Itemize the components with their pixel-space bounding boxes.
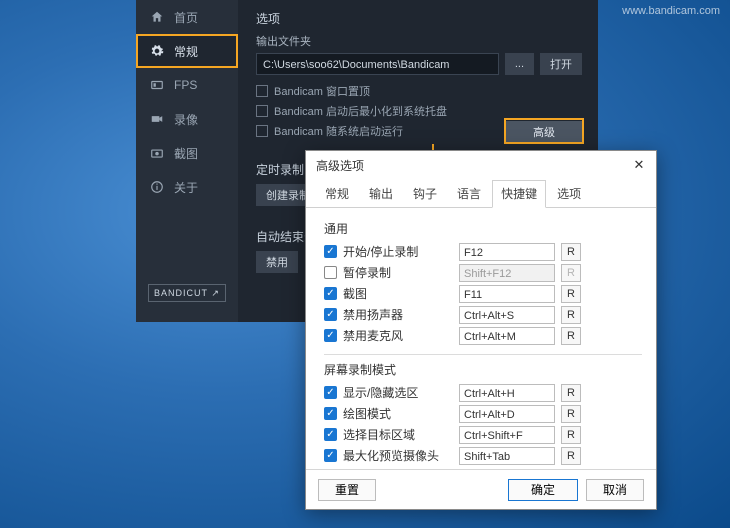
home-icon — [150, 10, 164, 24]
hotkey-field[interactable]: Shift+Tab — [459, 447, 555, 465]
hotkey-field[interactable]: Ctrl+Alt+H — [459, 384, 555, 402]
hotkey-checkbox[interactable]: ✓ — [324, 428, 337, 441]
sidebar: 首页 常规 FPS 录像 截图 关于 BANDICUT ↗ — [136, 0, 238, 322]
hotkey-label: 选择目标区域 — [343, 426, 453, 443]
hotkey-checkbox[interactable]: ✓ — [324, 449, 337, 462]
hotkey-reset-button[interactable]: R — [561, 306, 581, 324]
checkbox-box — [256, 105, 268, 117]
hotkey-field[interactable]: F12 — [459, 243, 555, 261]
hotkey-field[interactable]: F11 — [459, 285, 555, 303]
checkbox-box — [256, 85, 268, 97]
hotkey-label: 最大化预览摄像头 — [343, 447, 453, 464]
close-icon[interactable]: ✕ — [630, 156, 648, 174]
checkbox-always-on-top[interactable]: Bandicam 窗口置顶 — [256, 81, 582, 101]
section-title-options: 选项 — [256, 10, 582, 27]
group-general-label: 通用 — [324, 220, 642, 237]
bandicut-link[interactable]: BANDICUT ↗ — [148, 284, 226, 302]
hotkey-checkbox[interactable]: ✓ — [324, 407, 337, 420]
hotkey-field[interactable]: Ctrl+Alt+M — [459, 327, 555, 345]
video-icon — [150, 112, 164, 126]
output-folder-label: 输出文件夹 — [256, 33, 582, 49]
hotkey-label: 显示/隐藏选区 — [343, 384, 453, 401]
hotkey-label: 绘图模式 — [343, 405, 453, 422]
hotkey-field[interactable]: Ctrl+Shift+F — [459, 426, 555, 444]
ok-button[interactable]: 确定 — [508, 479, 578, 501]
hotkey-row: ✓ 绘图模式 Ctrl+Alt+D R — [324, 403, 642, 424]
open-button[interactable]: 打开 — [540, 53, 582, 75]
sidebar-item-label: FPS — [174, 78, 197, 92]
hotkey-reset-button[interactable]: R — [561, 327, 581, 345]
dialog-body: 通用 ✓ 开始/停止录制 F12 R 暂停录制 Shift+F12 R ✓ 截图 F11 R ✓ 禁用扬… — [306, 208, 656, 469]
hotkey-label: 截图 — [343, 285, 453, 302]
hotkey-row: ✓ 禁用麦克风 Ctrl+Alt+M R — [324, 325, 642, 346]
browse-button[interactable]: ... — [505, 53, 534, 75]
sidebar-item-fps[interactable]: FPS — [136, 68, 238, 102]
hotkey-checkbox[interactable]: ✓ — [324, 245, 337, 258]
hotkey-label: 暂停录制 — [343, 264, 453, 281]
sidebar-item-image[interactable]: 截图 — [136, 136, 238, 170]
hotkey-row: ✓ 最大化预览摄像头 Shift+Tab R — [324, 445, 642, 466]
dialog-footer: 重置 确定 取消 — [306, 469, 656, 509]
sidebar-item-video[interactable]: 录像 — [136, 102, 238, 136]
hotkey-reset-button[interactable]: R — [561, 384, 581, 402]
dialog-tabs: 常规 输出 钩子 语言 快捷键 选项 — [306, 179, 656, 208]
hotkey-reset-button[interactable]: R — [561, 405, 581, 423]
hotkey-checkbox[interactable] — [324, 266, 337, 279]
sidebar-item-about[interactable]: 关于 — [136, 170, 238, 204]
hotkey-label: 开始/停止录制 — [343, 243, 453, 260]
gear-icon — [150, 44, 164, 58]
tab-output[interactable]: 输出 — [360, 180, 402, 208]
hotkey-field: Shift+F12 — [459, 264, 555, 282]
reset-button[interactable]: 重置 — [318, 479, 376, 501]
hotkey-label: 禁用扬声器 — [343, 306, 453, 323]
fps-icon — [150, 78, 164, 92]
sidebar-item-label: 录像 — [174, 111, 198, 128]
hotkey-reset-button[interactable]: R — [561, 426, 581, 444]
tab-hooks[interactable]: 钩子 — [404, 180, 446, 208]
group-screen-label: 屏幕录制模式 — [324, 361, 642, 378]
tab-hotkeys[interactable]: 快捷键 — [492, 180, 546, 208]
cancel-button[interactable]: 取消 — [586, 479, 644, 501]
divider — [324, 354, 642, 355]
sidebar-item-label: 截图 — [174, 145, 198, 162]
tab-options[interactable]: 选项 — [548, 180, 590, 208]
checkbox-box — [256, 125, 268, 137]
camera-icon — [150, 146, 164, 160]
sidebar-item-label: 常规 — [174, 43, 198, 60]
sidebar-item-label: 关于 — [174, 179, 198, 196]
watermark: www.bandicam.com — [622, 5, 720, 17]
hotkey-reset-button[interactable]: R — [561, 447, 581, 465]
hotkey-row: ✓ 禁用扬声器 Ctrl+Alt+S R — [324, 304, 642, 325]
autoend-button[interactable]: 禁用 — [256, 251, 298, 273]
output-path-field[interactable]: C:\Users\soo62\Documents\Bandicam — [256, 53, 499, 75]
sidebar-item-home[interactable]: 首页 — [136, 0, 238, 34]
advanced-options-dialog: 高级选项 ✕ 常规 输出 钩子 语言 快捷键 选项 通用 ✓ 开始/停止录制 F12… — [305, 150, 657, 510]
dialog-title: 高级选项 — [316, 157, 364, 174]
tab-general[interactable]: 常规 — [316, 180, 358, 208]
hotkey-checkbox[interactable]: ✓ — [324, 308, 337, 321]
hotkey-row: ✓ 开始/停止录制 F12 R — [324, 241, 642, 262]
hotkey-row: ✓ 选择目标区域 Ctrl+Shift+F R — [324, 424, 642, 445]
tab-language[interactable]: 语言 — [448, 180, 490, 208]
advanced-button[interactable]: 高级 — [506, 121, 582, 143]
hotkey-reset-button[interactable]: R — [561, 285, 581, 303]
sidebar-item-general[interactable]: 常规 — [136, 34, 238, 68]
hotkey-row: ✓ 截图 F11 R — [324, 283, 642, 304]
hotkey-label: 禁用麦克风 — [343, 327, 453, 344]
hotkey-field[interactable]: Ctrl+Alt+D — [459, 405, 555, 423]
sidebar-item-label: 首页 — [174, 9, 198, 26]
hotkey-reset-button: R — [561, 264, 581, 282]
hotkey-checkbox[interactable]: ✓ — [324, 287, 337, 300]
info-icon — [150, 180, 164, 194]
hotkey-row: 暂停录制 Shift+F12 R — [324, 262, 642, 283]
hotkey-reset-button[interactable]: R — [561, 243, 581, 261]
hotkey-field[interactable]: Ctrl+Alt+S — [459, 306, 555, 324]
hotkey-checkbox[interactable]: ✓ — [324, 386, 337, 399]
hotkey-row: ✓ 显示/隐藏选区 Ctrl+Alt+H R — [324, 382, 642, 403]
checkbox-minimize-tray[interactable]: Bandicam 启动后最小化到系统托盘 — [256, 101, 582, 121]
hotkey-checkbox[interactable]: ✓ — [324, 329, 337, 342]
